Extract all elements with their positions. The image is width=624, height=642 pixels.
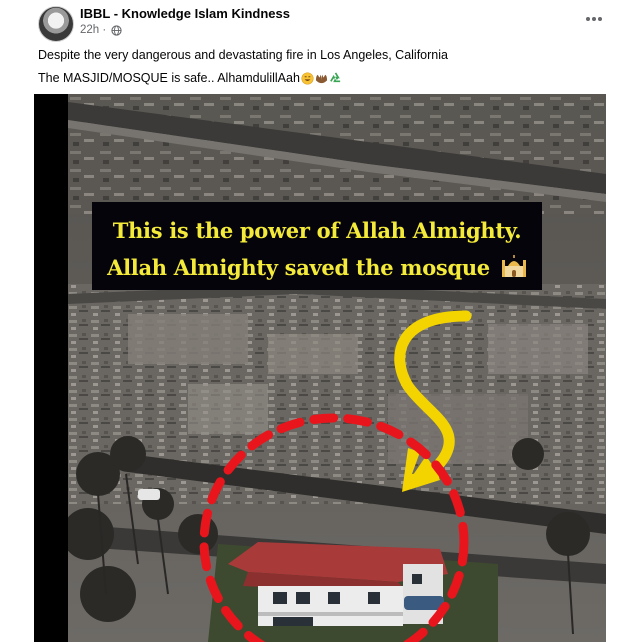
facebook-post: IBBL - Knowledge Islam Kindness 22h · De… — [0, 0, 624, 642]
palms-up-emoji — [315, 74, 327, 84]
more-horizontal-icon — [586, 17, 602, 21]
recycle-emoji — [330, 72, 341, 83]
page-avatar[interactable] — [38, 6, 74, 42]
meta-separator: · — [102, 24, 107, 36]
caption-overlay: This is the power of Allah Almighty. All… — [92, 202, 542, 290]
caption-line-1: This is the power of Allah Almighty. — [112, 218, 522, 243]
burned-neighborhood-aerial-photo — [68, 94, 606, 642]
post-meta: 22h · — [80, 24, 123, 36]
page-name-link[interactable]: IBBL - Knowledge Islam Kindness — [80, 6, 290, 21]
post-text-line-2-text: The MASJID/MOSQUE is safe.. AlhamdulillA… — [38, 71, 300, 85]
post-photo[interactable]: This is the power of Allah Almighty. All… — [34, 94, 606, 642]
post-message: Despite the very dangerous and devastati… — [38, 44, 608, 90]
caption-line-2-text: Allah Almighty saved the mosque — [107, 255, 490, 280]
globe-icon — [111, 24, 123, 36]
post-text-line-1: Despite the very dangerous and devastati… — [38, 48, 448, 62]
post-header: IBBL - Knowledge Islam Kindness 22h · — [38, 6, 608, 42]
post-text-line-2: The MASJID/MOSQUE is safe.. AlhamdulillA… — [38, 67, 608, 90]
post-timestamp[interactable]: 22h — [80, 24, 99, 36]
more-options-button[interactable] — [580, 8, 608, 30]
caption-line-2: Allah Almighty saved the mosque — [92, 254, 542, 280]
mosque-emoji — [501, 255, 526, 277]
smiling-face-emoji — [301, 72, 314, 85]
